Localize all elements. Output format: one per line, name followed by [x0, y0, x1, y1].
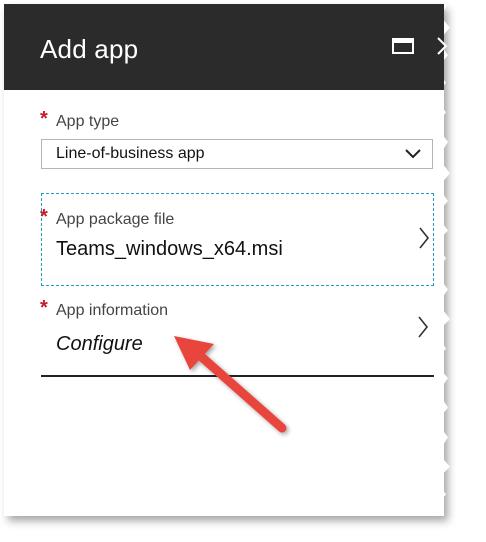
- app-information-configure[interactable]: Configure: [56, 333, 143, 356]
- app-type-select[interactable]: Line-of-business app: [41, 139, 433, 169]
- chevron-down-icon: [405, 149, 421, 159]
- blade-header: Add app: [4, 4, 448, 90]
- required-marker: *: [40, 108, 48, 130]
- app-package-file-label: App package file: [56, 211, 175, 228]
- chevron-right-icon: [418, 316, 429, 338]
- required-marker: *: [40, 297, 48, 319]
- page-title: Add app: [40, 34, 139, 64]
- maximize-icon[interactable]: [392, 38, 414, 54]
- app-information-underline: [41, 375, 434, 377]
- chevron-right-icon[interactable]: [436, 36, 448, 56]
- chevron-right-icon: [419, 227, 430, 249]
- app-type-value: Line-of-business app: [56, 145, 205, 162]
- app-type-label: App type: [56, 113, 120, 130]
- app-information-label: App information: [56, 302, 169, 319]
- app-package-file-value: Teams_windows_x64.msi: [56, 238, 283, 260]
- required-marker: *: [40, 206, 48, 228]
- add-app-blade: Add app * App type Line-of-business app …: [4, 4, 450, 516]
